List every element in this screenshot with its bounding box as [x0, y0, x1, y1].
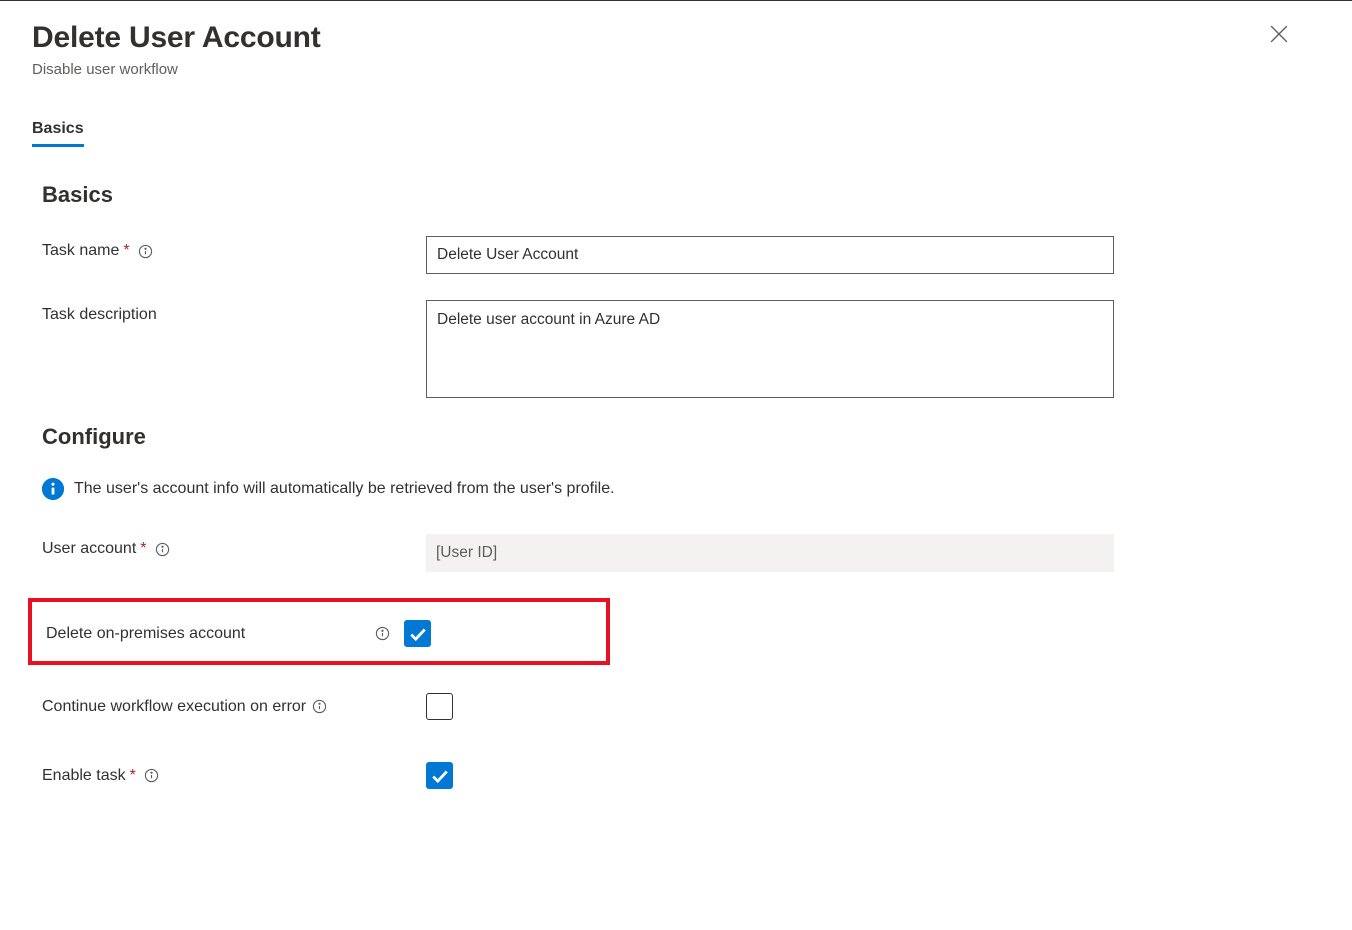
continue-on-error-label: Continue workflow execution on error — [42, 698, 426, 716]
page-title: Delete User Account — [32, 21, 321, 55]
page-subtitle: Disable user workflow — [32, 61, 1320, 78]
delete-onprem-label: Delete on-premises account — [46, 625, 404, 643]
task-name-label: Task name * — [42, 236, 426, 260]
task-description-label: Task description — [42, 300, 426, 324]
required-marker: * — [130, 767, 136, 785]
task-description-input[interactable]: Delete user account in Azure AD — [426, 300, 1114, 398]
enable-task-checkbox[interactable] — [426, 762, 453, 789]
info-icon[interactable] — [375, 626, 390, 641]
check-icon — [431, 767, 449, 785]
required-marker: * — [123, 242, 129, 260]
info-icon[interactable] — [138, 244, 153, 259]
delete-onprem-checkbox[interactable] — [404, 620, 431, 647]
info-icon[interactable] — [312, 699, 327, 714]
close-icon — [1270, 25, 1288, 43]
check-icon — [409, 625, 427, 643]
close-button[interactable] — [1266, 21, 1292, 50]
required-marker: * — [140, 540, 146, 558]
section-basics-heading: Basics — [42, 182, 1320, 208]
info-badge-icon — [42, 478, 64, 500]
continue-on-error-checkbox[interactable] — [426, 693, 453, 720]
highlight-delete-onprem: Delete on-premises account — [28, 598, 610, 665]
info-icon[interactable] — [155, 542, 170, 557]
user-account-label: User account * — [42, 534, 426, 558]
tab-basics[interactable]: Basics — [32, 114, 84, 147]
task-name-input[interactable] — [426, 236, 1114, 274]
section-configure-heading: Configure — [42, 424, 1320, 450]
info-icon[interactable] — [144, 768, 159, 783]
enable-task-label: Enable task * — [42, 767, 426, 785]
info-message: The user's account info will automatical… — [74, 480, 615, 498]
user-account-readonly: [User ID] — [426, 534, 1114, 572]
